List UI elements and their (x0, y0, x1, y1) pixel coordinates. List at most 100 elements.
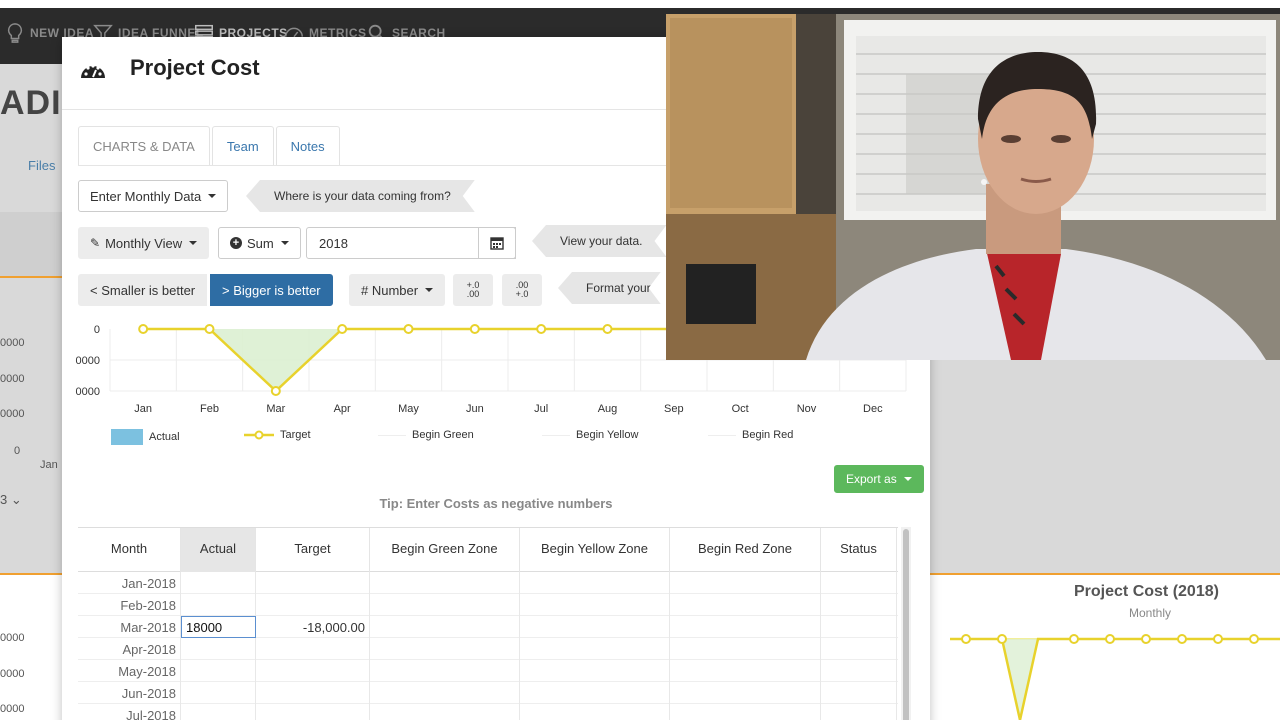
webcam-video-overlay (666, 14, 1280, 360)
status-cell[interactable] (821, 616, 897, 638)
column-header-month[interactable]: Month (78, 528, 181, 572)
decrease-decimals-button[interactable]: .00 +.0 (502, 274, 542, 306)
target-point (337, 324, 348, 334)
tab-notes[interactable]: Notes (275, 126, 340, 166)
green-zone-cell[interactable] (370, 616, 520, 638)
browser-top-strip (0, 0, 1280, 8)
bigger-is-better-button[interactable]: > Bigger is better (210, 274, 333, 306)
red-zone-cell[interactable] (670, 572, 821, 594)
legend-begin-red-swatch (708, 434, 736, 436)
actual-cell[interactable] (181, 682, 256, 704)
red-zone-cell[interactable] (670, 682, 821, 704)
target-cell[interactable] (256, 594, 370, 616)
target-point (138, 324, 149, 334)
data-source-dropdown[interactable]: Enter Monthly Data (78, 180, 229, 212)
column-header-target[interactable]: Target (256, 528, 370, 572)
green-zone-cell[interactable] (370, 704, 520, 720)
background-files-link[interactable]: Files (28, 158, 55, 173)
monthly-view-dropdown[interactable]: ✎ Monthly View (78, 227, 210, 259)
legend-label: Begin Red (742, 429, 794, 441)
legend-begin-green-swatch (378, 434, 406, 436)
modal-tabs: CHARTS & DATA Team Notes (78, 126, 342, 166)
green-zone-cell[interactable] (370, 660, 520, 682)
chart-x-tick-label: Dec (863, 403, 883, 415)
increase-decimals-button[interactable]: +.0 .00 (453, 274, 493, 306)
legend-begin-green[interactable]: Begin Green (378, 429, 474, 441)
month-cell: Jul-2018 (78, 704, 181, 720)
actual-cell[interactable] (181, 594, 256, 616)
target-cell[interactable] (256, 660, 370, 682)
legend-target[interactable]: Target (244, 429, 311, 441)
legend-label: Target (280, 429, 311, 441)
target-cell[interactable] (256, 682, 370, 704)
month-cell: Apr-2018 (78, 638, 181, 660)
export-as-dropdown[interactable]: Export as (834, 465, 924, 493)
chart-y-tick-label: 0000 (76, 386, 100, 398)
actual-cell[interactable] (181, 572, 256, 594)
yellow-zone-cell[interactable] (520, 660, 670, 682)
red-zone-cell[interactable] (670, 638, 821, 660)
green-zone-cell[interactable] (370, 682, 520, 704)
chart-x-tick-label: Sep (664, 403, 684, 415)
export-label: Export as (846, 472, 897, 486)
caret-down-icon (208, 194, 217, 198)
status-cell[interactable] (821, 638, 897, 660)
actual-cell[interactable] (181, 704, 256, 720)
column-header-red-zone[interactable]: Begin Red Zone (670, 528, 821, 572)
tab-team[interactable]: Team (211, 126, 274, 166)
legend-begin-red[interactable]: Begin Red (708, 429, 793, 441)
month-cell: Mar-2018 (78, 616, 181, 638)
caret-down-icon (903, 477, 912, 481)
yellow-zone-cell[interactable] (520, 704, 670, 720)
caret-down-icon (189, 241, 198, 245)
smaller-is-better-button[interactable]: < Smaller is better (78, 274, 208, 306)
yellow-zone-cell[interactable] (520, 572, 670, 594)
status-cell[interactable] (821, 682, 897, 704)
target-point (536, 324, 547, 334)
number-format-dropdown[interactable]: # Number (349, 274, 446, 306)
month-cell: Jan-2018 (78, 572, 181, 594)
status-cell[interactable] (821, 572, 897, 594)
pencil-icon: ✎ (90, 236, 101, 250)
background-axis-label: 0000 (0, 337, 25, 349)
chart-x-tick-label: Feb (200, 403, 219, 415)
monthly-view-label: Monthly View (105, 235, 183, 251)
legend-begin-yellow[interactable]: Begin Yellow (542, 429, 638, 441)
yellow-zone-cell[interactable] (520, 638, 670, 660)
table-header: Month Actual Target Begin Green Zone Beg… (78, 528, 898, 572)
sum-dropdown[interactable]: + Sum (218, 227, 301, 259)
scrollbar-thumb[interactable] (903, 529, 909, 720)
column-header-actual[interactable]: Actual (181, 528, 256, 572)
red-zone-cell[interactable] (670, 660, 821, 682)
red-zone-cell[interactable] (670, 594, 821, 616)
tab-charts-data[interactable]: CHARTS & DATA (78, 126, 210, 166)
target-cell[interactable]: -18,000.00 (256, 616, 370, 638)
column-header-green-zone[interactable]: Begin Green Zone (370, 528, 520, 572)
actual-cell[interactable] (181, 660, 256, 682)
target-point (270, 386, 281, 396)
red-zone-cell[interactable] (670, 616, 821, 638)
actual-cell-editing[interactable]: 18000 (181, 616, 256, 638)
legend-actual[interactable]: Actual (111, 429, 180, 445)
status-cell[interactable] (821, 660, 897, 682)
calendar-button[interactable] (478, 227, 516, 259)
target-cell[interactable] (256, 572, 370, 594)
actual-cell[interactable] (181, 638, 256, 660)
green-zone-cell[interactable] (370, 594, 520, 616)
legend-actual-swatch (111, 429, 143, 445)
target-cell[interactable] (256, 704, 370, 720)
red-zone-cell[interactable] (670, 704, 821, 720)
target-cell[interactable] (256, 638, 370, 660)
yellow-zone-cell[interactable] (520, 594, 670, 616)
yellow-zone-cell[interactable] (520, 616, 670, 638)
background-axis-label: Jan (40, 459, 58, 471)
green-zone-cell[interactable] (370, 572, 520, 594)
legend-label: Begin Green (412, 429, 474, 441)
column-header-yellow-zone[interactable]: Begin Yellow Zone (520, 528, 670, 572)
status-cell[interactable] (821, 594, 897, 616)
column-header-status[interactable]: Status (821, 528, 897, 572)
table-scrollbar[interactable] (901, 527, 911, 720)
yellow-zone-cell[interactable] (520, 682, 670, 704)
green-zone-cell[interactable] (370, 638, 520, 660)
status-cell[interactable] (821, 704, 897, 720)
